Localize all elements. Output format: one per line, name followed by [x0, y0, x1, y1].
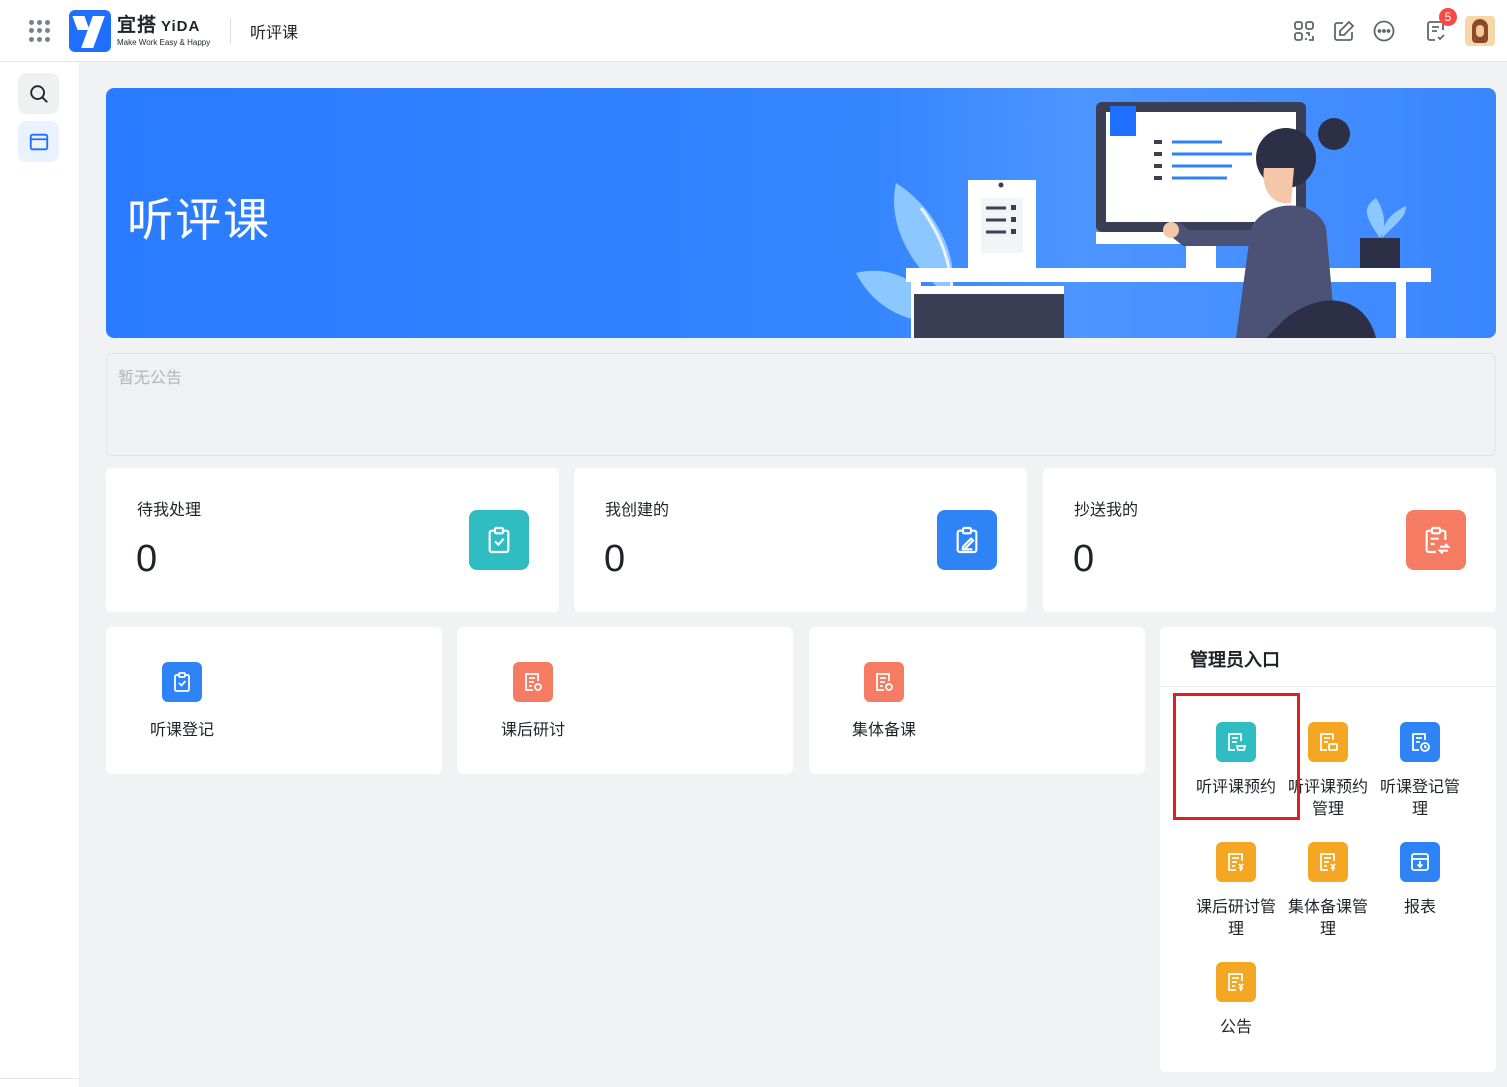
admin-item-announcement[interactable]: 公告: [1190, 962, 1282, 1039]
logo-main-text: 宜搭 YiDA: [117, 14, 201, 36]
clipboard-share-icon: [1406, 510, 1466, 570]
clipboard-edit-icon: [937, 510, 997, 570]
todo-icon[interactable]: 5: [1423, 8, 1457, 44]
admin-item-label: 听评课预约管理: [1287, 779, 1368, 818]
stat-label: 抄送我的: [1074, 502, 1139, 519]
user-avatar[interactable]: [1465, 16, 1495, 46]
admin-item-label: 集体备课管理: [1287, 899, 1368, 938]
document-cart-icon: [1216, 722, 1256, 762]
admin-item-prep-manage[interactable]: 集体备课管理: [1282, 842, 1374, 941]
admin-item-booking[interactable]: 听评课预约: [1190, 722, 1282, 799]
announcement-text: 暂无公告: [118, 370, 183, 387]
apps-grid-icon[interactable]: [29, 20, 51, 42]
yida-logo-icon: [69, 10, 111, 52]
banner-title: 听评课: [127, 194, 271, 246]
stat-card-cc[interactable]: 抄送我的 0: [1043, 468, 1496, 612]
admin-item-label: 公告: [1219, 1019, 1252, 1036]
entry-label: 课后研讨: [500, 722, 565, 739]
header-divider: [230, 18, 231, 44]
admin-item-booking-manage[interactable]: 听评课预约管理: [1282, 722, 1374, 821]
admin-item-label: 报表: [1403, 899, 1436, 916]
document-manage-icon: [1308, 722, 1348, 762]
qrcode-icon[interactable]: [1291, 18, 1317, 44]
entry-label: 听课登记: [149, 722, 214, 739]
admin-item-label: 课后研讨管理: [1195, 899, 1276, 938]
entry-post-discussion[interactable]: 课后研讨: [457, 627, 793, 774]
yida-logo[interactable]: 宜搭 YiDA Make Work Easy & Happy: [69, 10, 210, 52]
search-icon: [29, 84, 48, 103]
admin-divider: [1160, 686, 1496, 687]
stat-value: 0: [1073, 538, 1095, 580]
document-yen-icon: [1216, 842, 1256, 882]
browser-window-icon: [29, 133, 48, 150]
stat-label: 待我处理: [137, 502, 202, 519]
document-yen-icon: [1216, 962, 1256, 1002]
admin-panel-title: 管理员入口: [1190, 650, 1280, 670]
admin-item-report[interactable]: 报表: [1374, 842, 1466, 919]
admin-item-label: 听课登记管理: [1379, 779, 1460, 818]
app-title: 听评课: [250, 25, 299, 42]
hero-banner: 听评课: [106, 88, 1496, 338]
document-gear-icon: [513, 662, 553, 702]
document-gear-icon: [864, 662, 904, 702]
search-button[interactable]: [18, 73, 59, 114]
stat-card-created[interactable]: 我创建的 0: [574, 468, 1027, 612]
clipboard-check-icon: [162, 662, 202, 702]
notification-badge: 5: [1439, 8, 1457, 26]
entry-lesson-register[interactable]: 听课登记: [106, 627, 442, 774]
edit-icon[interactable]: [1331, 18, 1357, 44]
document-yen-icon: [1308, 842, 1348, 882]
archive-download-icon: [1400, 842, 1440, 882]
stat-card-pending[interactable]: 待我处理 0: [106, 468, 559, 612]
top-bar: 宜搭 YiDA Make Work Easy & Happy 听评课 5: [0, 0, 1507, 62]
banner-illustration: [856, 102, 1431, 338]
stat-value: 0: [604, 538, 626, 580]
admin-panel: 管理员入口 听评课预约 听评课预约管理 听课登记管理 课后研讨管理 集体备课管理: [1160, 627, 1496, 1072]
page-nav-button[interactable]: [18, 121, 59, 162]
clipboard-check-icon: [469, 510, 529, 570]
left-rail: [0, 62, 80, 1087]
admin-item-discussion-manage[interactable]: 课后研讨管理: [1190, 842, 1282, 941]
top-actions: 5: [1277, 8, 1495, 50]
rail-divider: [0, 1078, 80, 1079]
stat-label: 我创建的: [605, 502, 670, 519]
entry-label: 集体备课: [851, 722, 916, 739]
logo-slogan: Make Work Easy & Happy: [117, 37, 211, 47]
announcement-box: 暂无公告: [106, 353, 1496, 456]
entry-group-prep[interactable]: 集体备课: [809, 627, 1145, 774]
admin-item-label: 听评课预约: [1195, 779, 1276, 796]
more-icon[interactable]: [1371, 18, 1397, 44]
admin-item-register-manage[interactable]: 听课登记管理: [1374, 722, 1466, 821]
stat-value: 0: [136, 538, 158, 580]
document-clock-icon: [1400, 722, 1440, 762]
